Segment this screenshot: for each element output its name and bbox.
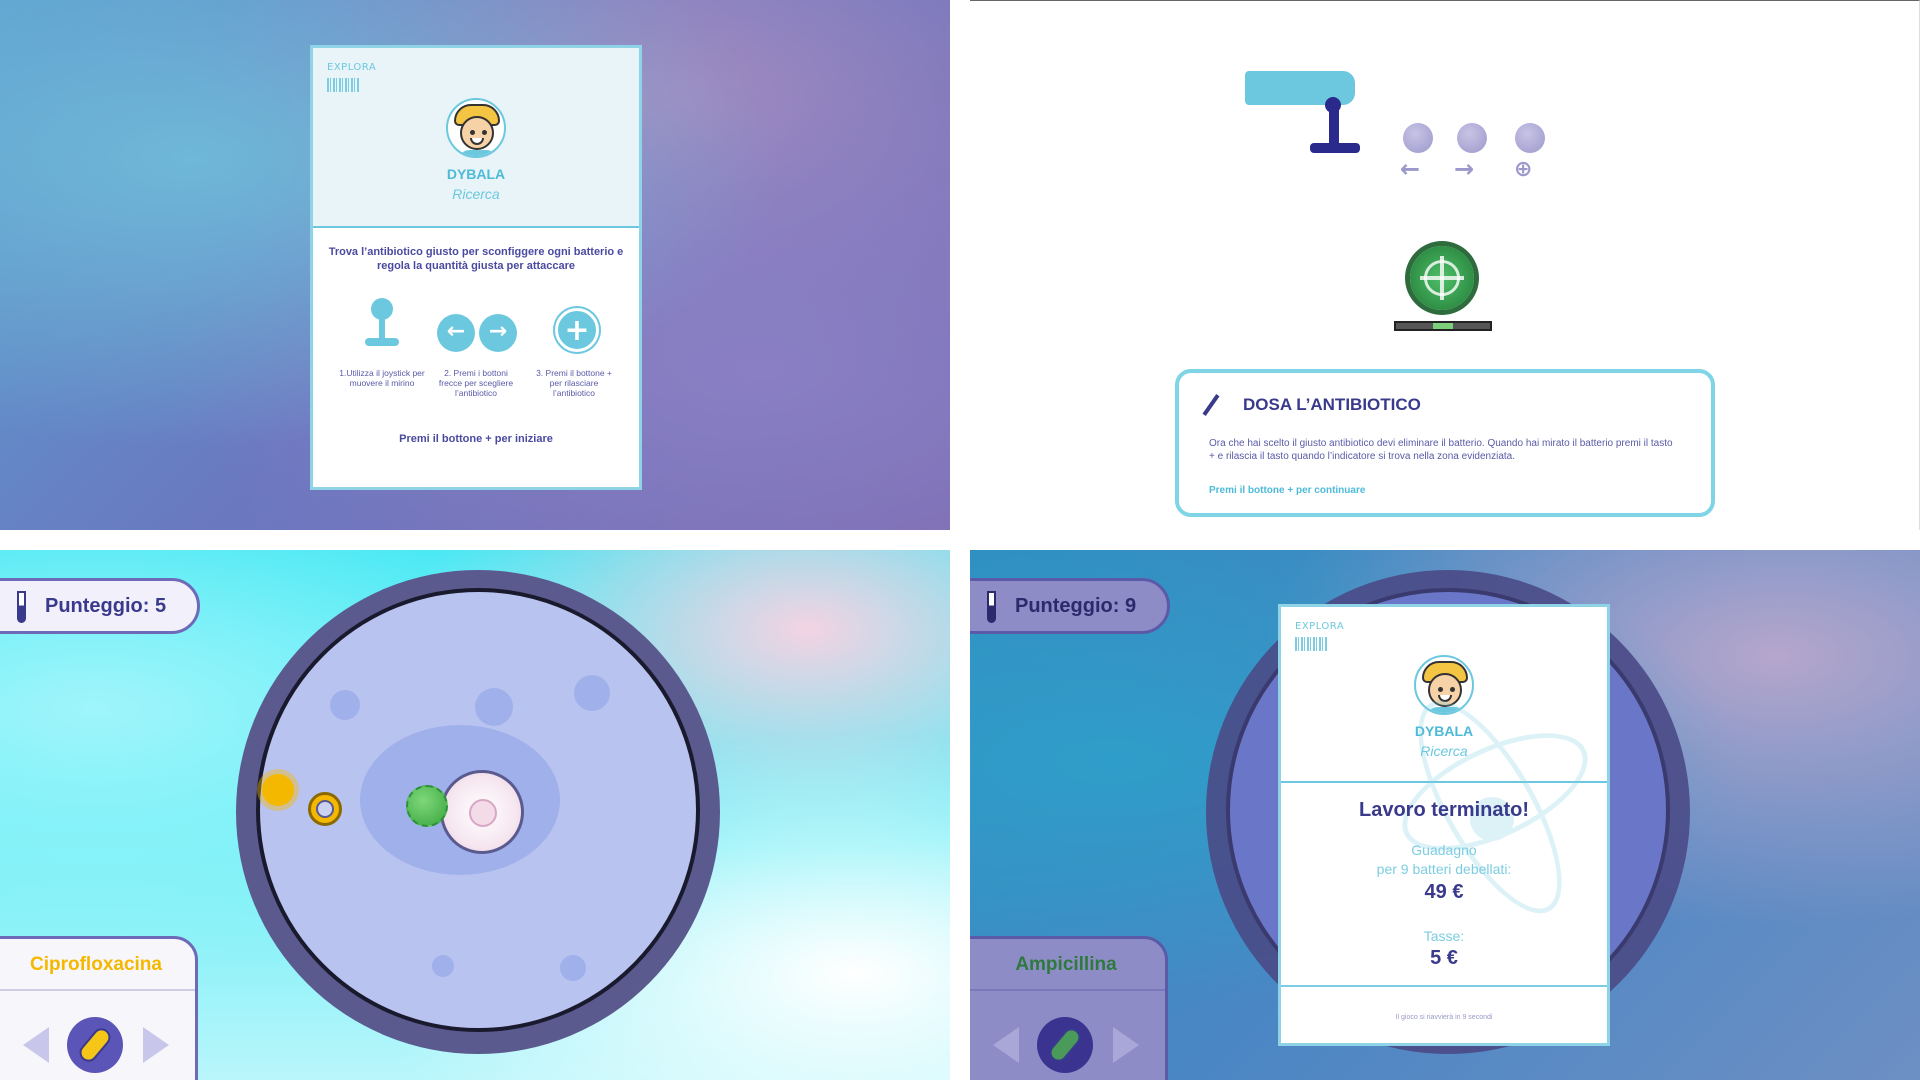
earnings-label: Guadagno — [1411, 842, 1477, 858]
step-caption: 3. Premi il bottone + per rilasciare l’a… — [536, 368, 612, 399]
intro-card: EXPLORA DYBALA Ricerca Trova l’antibioti… — [310, 45, 642, 490]
tax-label: Tasse: — [1423, 928, 1465, 944]
score-label: Punteggio: 5 — [45, 595, 167, 617]
green-bacterium — [406, 785, 448, 827]
brand-label: EXPLORA — [1295, 621, 1345, 632]
cell-blob — [432, 955, 454, 977]
antibiotic-pill-icon — [1037, 1017, 1093, 1073]
character-role: Ricerca — [452, 186, 500, 202]
score-label: Punteggio: 9 — [1015, 595, 1137, 617]
previous-antibiotic-icon[interactable] — [23, 1027, 49, 1063]
barcode-icon — [1295, 637, 1327, 651]
antibiotic-name: Ciprofloxacina — [0, 939, 195, 991]
antibiotic-selector: Ciprofloxacina — [0, 936, 198, 1080]
brand-label: EXPLORA — [327, 62, 377, 73]
card-header: EXPLORA DYBALA Ricerca — [313, 48, 639, 228]
dose-indicator-bar — [1394, 321, 1492, 331]
plus-icon: ⊕ — [1514, 157, 1533, 182]
previous-antibiotic-icon[interactable] — [993, 1027, 1019, 1063]
plus-button-icon — [1515, 123, 1545, 153]
restart-note: Il gioco si riavvierà in 9 secondi — [1395, 1014, 1493, 1021]
host-cell — [440, 770, 524, 854]
dose-title: DOSA L’ANTIBIOTICO — [1243, 395, 1421, 414]
continue-prompt: Premi il bottone + per continuare — [1209, 485, 1366, 496]
yellow-bacterium — [262, 774, 294, 806]
antibiotic-selector: Ampicillina — [970, 936, 1168, 1080]
crosshair-icon — [308, 792, 342, 826]
avatar — [446, 98, 506, 158]
dose-dialog: DOSA L’ANTIBIOTICO Ora che hai scelto il… — [1175, 369, 1715, 517]
dose-indicator-zone — [1432, 323, 1454, 329]
results-screen: Punteggio: 9 Ampicillina EXPLORA DYBALA … — [970, 550, 1920, 1080]
right-button-icon — [1457, 123, 1487, 153]
dose-tutorial-screen: ← → ⊕ DOSA L’ANTIBIOTICO Ora che hai sce… — [970, 0, 1920, 530]
bacterium-target — [1410, 246, 1474, 310]
antibiotic-pill-icon — [67, 1017, 123, 1073]
left-button-icon — [1403, 123, 1433, 153]
earnings-detail: per 9 batteri debellati: — [1376, 861, 1512, 877]
barcode-icon — [327, 78, 359, 92]
score-panel: Punteggio: 9 — [970, 578, 1170, 634]
test-tube-icon — [987, 591, 996, 623]
result-card: EXPLORA DYBALA Ricerca Lavoro terminato!… — [1278, 604, 1610, 1046]
result-title: Lavoro terminato! — [1358, 799, 1530, 821]
arrow-left-icon: ← — [1400, 155, 1421, 183]
instruction-text: Trova l’antibiotico giusto per sconfigge… — [328, 246, 624, 272]
card-divider — [1281, 985, 1607, 987]
cell-blob — [574, 675, 610, 711]
next-antibiotic-icon[interactable] — [1113, 1027, 1139, 1063]
earnings-value: 49 € — [1424, 881, 1464, 903]
cell-blob — [330, 690, 360, 720]
plus-button-icon: + — [555, 308, 599, 352]
character-name: DYBALA — [446, 166, 506, 182]
next-antibiotic-icon[interactable] — [143, 1027, 169, 1063]
game-screen: Punteggio: 5 Ciprofloxacina — [0, 550, 950, 1080]
tax-value: 5 € — [1430, 947, 1458, 969]
syringe-icon — [1202, 394, 1220, 416]
arrow-right-icon: → — [479, 314, 517, 352]
dose-text: Ora che hai scelto il giusto antibiotico… — [1209, 438, 1673, 462]
antibiotic-name: Ampicillina — [970, 939, 1165, 991]
score-panel: Punteggio: 5 — [0, 578, 200, 634]
arrow-right-icon: → — [1454, 155, 1475, 183]
cell-blob — [560, 955, 586, 981]
start-prompt: Premi il bottone + per iniziare — [399, 433, 553, 445]
step-caption: 2. Premi i bottoni frecce per scegliere … — [438, 368, 514, 399]
arrow-left-icon: ← — [437, 314, 475, 352]
cell-blob — [475, 688, 513, 726]
intro-screen: EXPLORA DYBALA Ricerca Trova l’antibioti… — [0, 0, 950, 530]
steps-row: 1.Utilizza il joystick per muovere il mi… — [339, 298, 613, 408]
step-caption: 1.Utilizza il joystick per muovere il mi… — [339, 368, 425, 389]
test-tube-icon — [17, 591, 26, 623]
